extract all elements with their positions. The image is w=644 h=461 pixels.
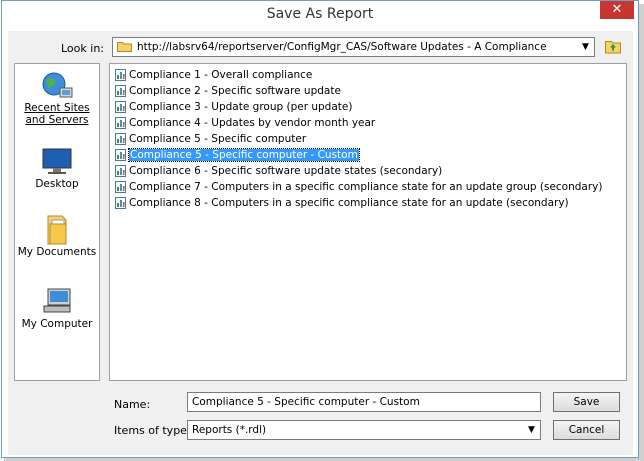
look-in-dropdown[interactable]: http://labsrv64/reportserver/ConfigMgr_C… bbox=[112, 37, 595, 57]
dialog-body: Look in: http://labsrv64/reportserver/Co… bbox=[8, 31, 633, 455]
place-label: Desktop bbox=[35, 178, 79, 190]
file-name: Compliance 5 - Specific computer - Custo… bbox=[128, 148, 360, 162]
report-file-icon bbox=[115, 165, 126, 177]
computer-icon bbox=[43, 288, 71, 313]
list-item-selected[interactable]: Compliance 5 - Specific computer - Custo… bbox=[115, 148, 360, 163]
globe-network-icon bbox=[42, 72, 73, 98]
chevron-down-icon[interactable]: ▼ bbox=[577, 38, 594, 56]
report-file-icon bbox=[115, 85, 126, 97]
list-item[interactable]: Compliance 4 - Updates by vendor month y… bbox=[115, 116, 375, 131]
title-bar[interactable]: Save As Report ✕ bbox=[2, 1, 638, 30]
look-in-path: http://labsrv64/reportserver/ConfigMgr_C… bbox=[137, 41, 547, 53]
file-name: Compliance 1 - Overall compliance bbox=[129, 69, 313, 81]
up-one-level-icon[interactable] bbox=[604, 37, 622, 55]
list-item[interactable]: Compliance 1 - Overall compliance bbox=[115, 68, 312, 83]
close-button[interactable]: ✕ bbox=[600, 1, 634, 19]
place-label: My Documents bbox=[17, 246, 97, 258]
list-item[interactable]: Compliance 6 - Specific software update … bbox=[115, 164, 442, 179]
desktop-icon bbox=[42, 148, 72, 174]
report-file-icon bbox=[115, 149, 126, 161]
report-file-icon bbox=[115, 69, 126, 81]
places-bar: Recent Sites and Servers Desktop My Docu… bbox=[14, 63, 100, 381]
file-name: Compliance 3 - Update group (per update) bbox=[129, 101, 353, 113]
folder-icon bbox=[117, 42, 132, 52]
list-item[interactable]: Compliance 3 - Update group (per update) bbox=[115, 100, 352, 115]
file-name: Compliance 2 - Specific software update bbox=[129, 85, 341, 97]
list-item[interactable]: Compliance 2 - Specific software update bbox=[115, 84, 341, 99]
file-name: Compliance 6 - Specific software update … bbox=[129, 165, 443, 177]
place-recent-sites[interactable]: Recent Sites and Servers bbox=[15, 70, 99, 126]
report-file-icon bbox=[115, 133, 126, 145]
report-file-icon bbox=[115, 117, 126, 129]
save-button[interactable]: Save bbox=[553, 392, 620, 412]
type-value: Reports (*.rdl) bbox=[192, 424, 267, 436]
list-item[interactable]: Compliance 5 - Specific computer bbox=[115, 132, 306, 147]
chevron-down-icon[interactable]: ▼ bbox=[523, 421, 540, 439]
type-label: Items of type: bbox=[114, 424, 191, 437]
file-name: Compliance 5 - Specific computer bbox=[129, 133, 307, 145]
look-in-label: Look in: bbox=[61, 42, 104, 55]
dialog-title: Save As Report bbox=[266, 6, 374, 22]
name-field[interactable] bbox=[187, 392, 541, 412]
name-label: Name: bbox=[114, 398, 151, 411]
list-item[interactable]: Compliance 7 - Computers in a specific c… bbox=[115, 180, 602, 195]
list-item[interactable]: Compliance 8 - Computers in a specific c… bbox=[115, 196, 569, 211]
cancel-button[interactable]: Cancel bbox=[553, 420, 620, 440]
file-name: Compliance 7 - Computers in a specific c… bbox=[129, 181, 603, 193]
items-of-type-dropdown[interactable]: Reports (*.rdl) ▼ bbox=[187, 420, 541, 440]
place-my-computer[interactable]: My Computer bbox=[15, 286, 99, 330]
file-name: Compliance 8 - Computers in a specific c… bbox=[129, 197, 569, 209]
save-as-dialog: Save As Report ✕ Look in: http://labsrv6… bbox=[1, 0, 639, 458]
report-file-icon bbox=[115, 181, 126, 193]
report-file-icon bbox=[115, 101, 126, 113]
place-label: My Computer bbox=[21, 318, 93, 330]
place-my-documents[interactable]: My Documents bbox=[15, 214, 99, 258]
place-desktop[interactable]: Desktop bbox=[15, 146, 99, 190]
file-list[interactable]: Compliance 1 - Overall compliance Compli… bbox=[109, 63, 627, 381]
place-label: Recent Sites and Servers bbox=[24, 102, 90, 126]
report-file-icon bbox=[115, 197, 126, 209]
file-name: Compliance 4 - Updates by vendor month y… bbox=[129, 117, 376, 129]
folder-documents-icon bbox=[47, 215, 67, 245]
